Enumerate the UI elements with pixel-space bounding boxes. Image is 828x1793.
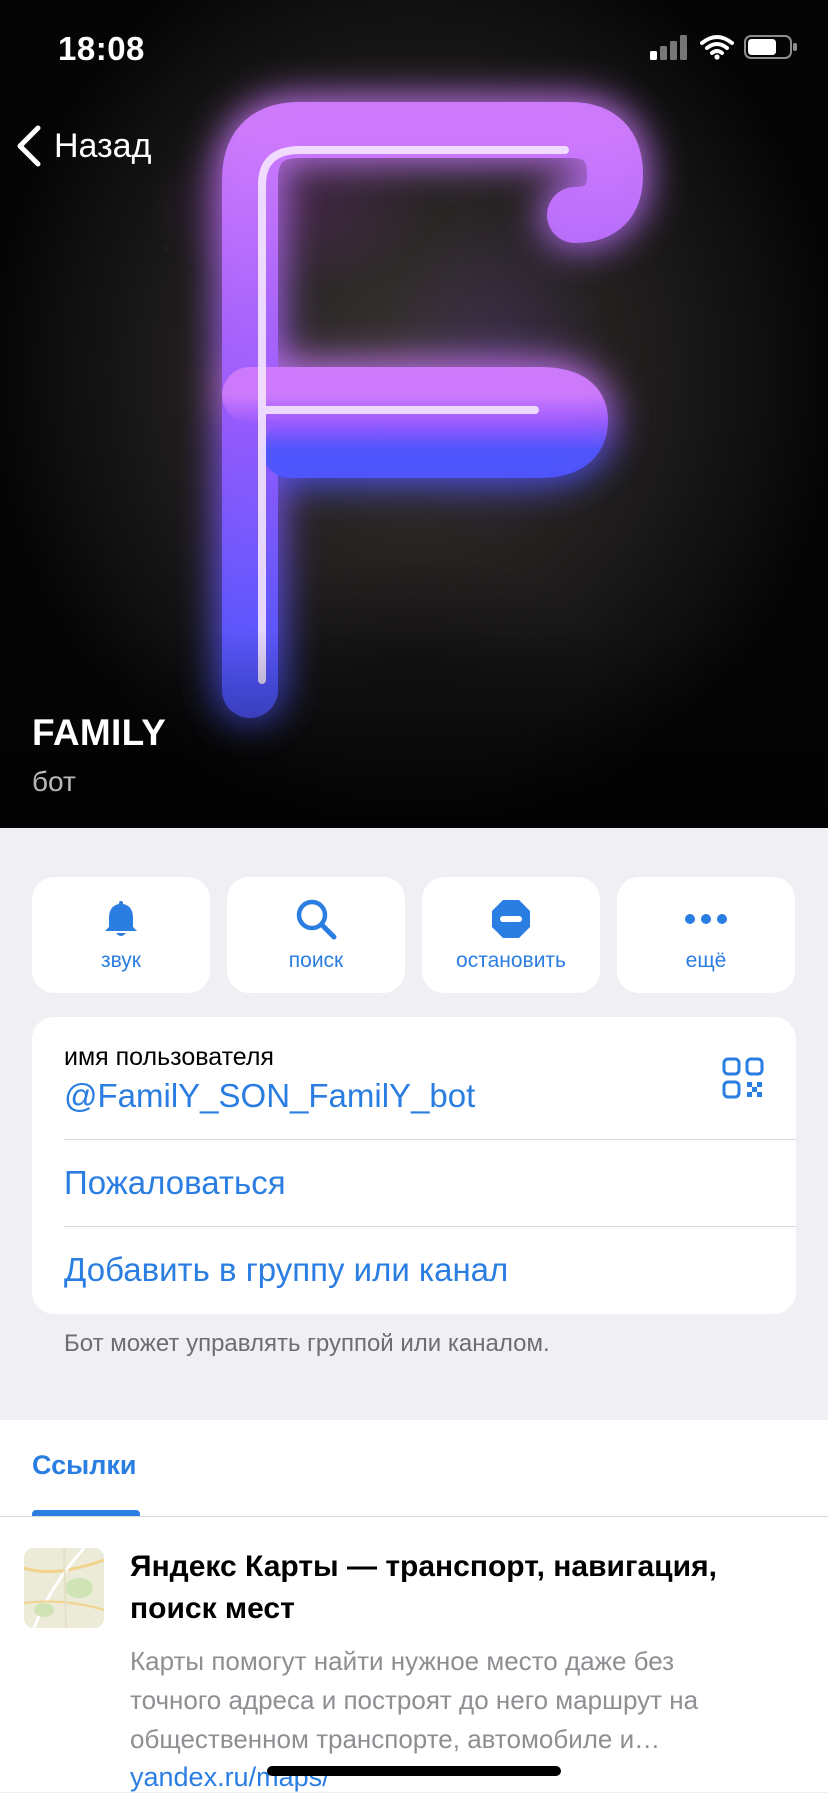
shared-media-panel: Ссылки Яндекс Карты — транспорт, навигац… bbox=[0, 1420, 828, 1792]
profile-subtitle: бот bbox=[32, 766, 76, 797]
action-bar: звук поиск остановить ещё bbox=[32, 877, 796, 993]
link-item[interactable]: Яндекс Карты — транспорт, навигация, пои… bbox=[0, 1530, 828, 1792]
add-to-group-button[interactable]: Добавить в группу или канал bbox=[64, 1251, 508, 1289]
map-thumbnail bbox=[24, 1548, 104, 1628]
divider bbox=[0, 1516, 828, 1517]
bot-footnote: Бот может управлять группой или каналом. bbox=[64, 1330, 550, 1357]
chevron-left-icon bbox=[17, 125, 41, 167]
more-button[interactable]: ещё bbox=[617, 877, 795, 993]
link-title: Яндекс Карты — транспорт, навигация, пои… bbox=[130, 1550, 717, 1625]
username-value[interactable]: @FamilY_SON_FamilY_bot bbox=[64, 1077, 475, 1115]
status-icons bbox=[650, 34, 798, 60]
battery-icon bbox=[744, 35, 797, 59]
username-caption: имя пользователя bbox=[64, 1043, 274, 1071]
status-bar: 18:08 bbox=[0, 0, 828, 100]
stop-icon bbox=[489, 897, 533, 941]
info-card: имя пользователя @FamilY_SON_FamilY_bot … bbox=[32, 1017, 796, 1314]
status-time: 18:08 bbox=[58, 30, 145, 67]
mute-button[interactable]: звук bbox=[32, 877, 210, 993]
more-label: ещё bbox=[685, 949, 727, 972]
divider bbox=[64, 1139, 796, 1140]
stop-bot-label: остановить bbox=[456, 949, 566, 972]
report-button[interactable]: Пожаловаться bbox=[64, 1164, 286, 1202]
back-button[interactable]: Назад bbox=[14, 116, 151, 176]
mute-label: звук bbox=[100, 949, 141, 972]
tab-links[interactable]: Ссылки bbox=[32, 1450, 136, 1481]
bell-icon bbox=[99, 897, 143, 941]
back-label: Назад bbox=[54, 126, 152, 165]
profile-name: FAMILY bbox=[32, 712, 167, 753]
profile-avatar[interactable]: 18:08 Назад FAMILY бот bbox=[0, 0, 828, 828]
wifi-icon bbox=[700, 35, 734, 60]
home-indicator[interactable] bbox=[267, 1766, 561, 1776]
search-icon bbox=[294, 897, 338, 941]
more-icon bbox=[684, 897, 728, 941]
divider bbox=[64, 1226, 796, 1227]
qr-code-icon[interactable] bbox=[722, 1057, 764, 1099]
search-label: поиск bbox=[288, 949, 344, 972]
cellular-signal-icon bbox=[650, 35, 687, 60]
stop-bot-button[interactable]: остановить bbox=[422, 877, 600, 993]
search-button[interactable]: поиск bbox=[227, 877, 405, 993]
username-row[interactable]: имя пользователя @FamilY_SON_FamilY_bot bbox=[32, 1017, 796, 1139]
link-description: Карты помогут найти нужное место даже бе… bbox=[130, 1646, 699, 1754]
